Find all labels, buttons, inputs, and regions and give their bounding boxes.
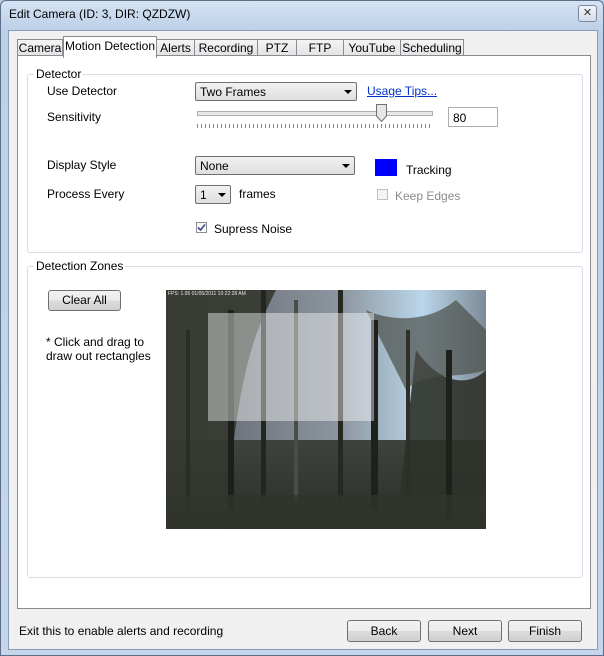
zones-hint: * Click and drag to draw out rectangles (46, 335, 151, 363)
tracking-color-swatch[interactable] (375, 159, 397, 176)
close-icon[interactable]: ✕ (578, 5, 597, 22)
keep-edges-label: Keep Edges (395, 189, 461, 203)
finish-button[interactable]: Finish (508, 620, 582, 642)
sensitivity-slider-thumb[interactable] (376, 104, 387, 122)
sensitivity-value: 80 (453, 111, 467, 125)
dialog-client: Camera Motion Detection Alerts Recording… (8, 30, 598, 650)
process-every-value: 1 (200, 188, 207, 202)
window-title: Edit Camera (ID: 3, DIR: QZDZW) (9, 7, 191, 21)
tracking-label: Tracking (406, 163, 452, 177)
sensitivity-slider-track[interactable] (197, 111, 433, 116)
camera-preview[interactable]: FPS: 1.95 01/05/2011 10:22:28 AM (166, 290, 486, 529)
use-detector-label: Use Detector (47, 84, 118, 98)
process-every-select[interactable]: 1 (195, 185, 231, 204)
checkmark-icon (197, 223, 206, 232)
detection-zone-rectangle[interactable] (208, 313, 374, 421)
title-bar[interactable]: Edit Camera (ID: 3, DIR: QZDZW) ✕ (1, 1, 603, 29)
use-detector-select[interactable]: Two Frames (195, 82, 357, 101)
display-style-select[interactable]: None (195, 156, 355, 175)
display-style-value: None (200, 159, 229, 173)
supress-noise-checkbox[interactable] (196, 222, 207, 233)
sensitivity-ticks (197, 124, 431, 128)
frames-label: frames (239, 187, 276, 201)
process-every-label: Process Every (47, 187, 125, 201)
chevron-down-icon (218, 193, 226, 197)
detector-group: Detector Use Detector Two Frames Usage T… (27, 67, 583, 253)
detector-legend: Detector (34, 67, 84, 81)
keep-edges-checkbox[interactable] (377, 189, 388, 200)
status-text: Exit this to enable alerts and recording (19, 624, 224, 638)
video-overlay-text: FPS: 1.95 01/05/2011 10:22:28 AM (168, 291, 246, 297)
supress-noise-label: Supress Noise (214, 222, 293, 236)
chevron-down-icon (344, 90, 352, 94)
sensitivity-label: Sensitivity (47, 110, 102, 124)
next-button[interactable]: Next (428, 620, 502, 642)
display-style-label: Display Style (47, 158, 117, 172)
usage-tips-link[interactable]: Usage Tips... (367, 84, 437, 98)
tab-motion-detection[interactable]: Motion Detection (63, 36, 157, 58)
back-button[interactable]: Back (347, 620, 421, 642)
clear-all-button[interactable]: Clear All (48, 290, 121, 311)
sensitivity-input[interactable]: 80 (448, 107, 498, 127)
detection-zones-group: Detection Zones Clear All * Click and dr… (27, 259, 583, 578)
edit-camera-window: Edit Camera (ID: 3, DIR: QZDZW) ✕ Camera… (0, 0, 604, 656)
motion-detection-panel: Detector Use Detector Two Frames Usage T… (17, 55, 591, 609)
use-detector-value: Two Frames (200, 85, 267, 99)
detection-zones-legend: Detection Zones (34, 259, 126, 273)
chevron-down-icon (342, 164, 350, 168)
